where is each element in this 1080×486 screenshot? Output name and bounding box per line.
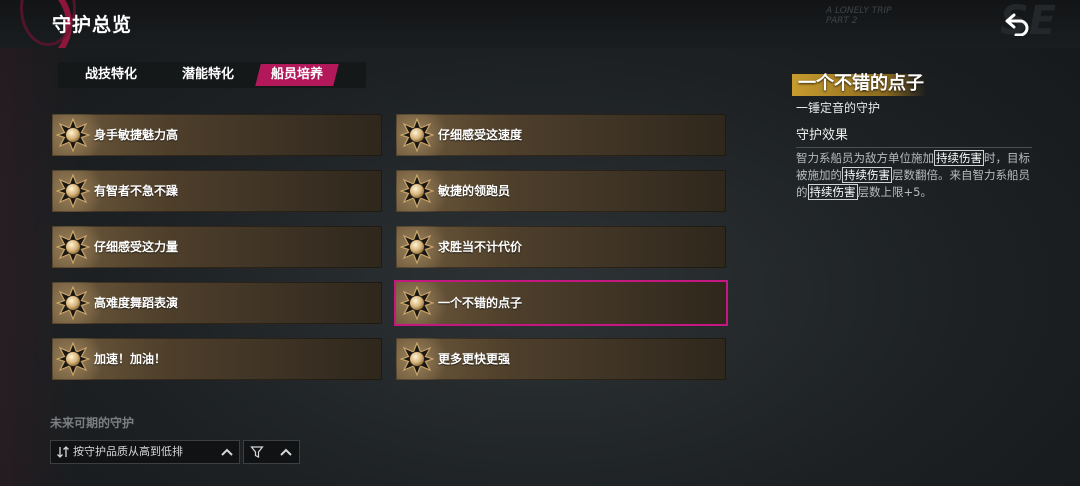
tab-potential-specialization[interactable]: 潜能特化 — [162, 62, 254, 88]
back-button[interactable] — [1000, 8, 1036, 40]
chevron-up-icon — [221, 448, 233, 456]
guard-card-label: 身手敏捷魅力高 — [94, 128, 179, 142]
detail-subtitle: 一锤定音的守护 — [796, 101, 881, 115]
guard-card[interactable]: 身手敏捷魅力高 — [52, 114, 382, 156]
star-medal-icon — [56, 118, 90, 152]
star-medal-icon — [400, 118, 434, 152]
guard-card-label: 更多更快更强 — [438, 352, 511, 366]
tab-bar: 战技特化 潜能特化 船员培养 — [58, 62, 366, 88]
star-medal-icon — [400, 286, 434, 320]
effect-heading: 守护效果 — [796, 124, 1032, 148]
star-medal-icon — [56, 286, 90, 320]
page-title: 守护总览 — [52, 14, 133, 36]
star-medal-icon — [400, 174, 434, 208]
chevron-up-icon — [280, 448, 292, 456]
detail-title: 一个不错的点子 — [792, 72, 928, 96]
guard-card[interactable]: 高难度舞蹈表演 — [52, 282, 382, 324]
filter-button[interactable] — [243, 440, 300, 464]
star-medal-icon — [56, 174, 90, 208]
guard-card-label: 有智者不急不躁 — [94, 184, 179, 198]
star-medal-icon — [56, 230, 90, 264]
decorative-caption: A LONELY TRIP PART 2 — [826, 6, 892, 26]
top-bar: 守护总览 A LONELY TRIP PART 2 SE — [0, 0, 1080, 48]
sort-label: 按守护品质从高到低排 — [73, 445, 183, 458]
guard-card-label: 仔细感受这力量 — [94, 240, 179, 254]
keyword-tag[interactable]: 持续伤害 — [807, 184, 858, 200]
sort-dropdown[interactable]: 按守护品质从高到低排 — [50, 440, 240, 464]
guard-card[interactable]: 敏捷的领跑员 — [396, 170, 726, 212]
tab-crew-training[interactable]: 船员培养 — [258, 62, 336, 88]
keyword-tag[interactable]: 持续伤害 — [934, 150, 984, 166]
guard-card[interactable]: 有智者不急不躁 — [52, 170, 382, 212]
guard-card-label: 加速！加油！ — [94, 352, 167, 366]
star-medal-icon — [400, 230, 434, 264]
effect-description: 智力系船员为敌方单位施加 持续伤害 时，目标被施加的 持续伤害 层数翻倍。来自智力系船员… — [796, 150, 1030, 200]
back-arrow-icon — [1005, 13, 1029, 36]
star-medal-icon — [400, 342, 434, 376]
guard-card[interactable]: 仔细感受这速度 — [396, 114, 726, 156]
guard-card[interactable]: 更多更快更强 — [396, 338, 726, 380]
guard-card-label: 敏捷的领跑员 — [438, 184, 511, 198]
guard-card-label: 高难度舞蹈表演 — [94, 296, 179, 310]
guard-card-label: 一个不错的点子 — [438, 296, 523, 310]
guard-card[interactable]: 加速！加油！ — [52, 338, 382, 380]
star-medal-icon — [56, 342, 90, 376]
guard-card-label: 仔细感受这速度 — [438, 128, 523, 142]
keyword-tag[interactable]: 持续伤害 — [842, 167, 892, 183]
sort-icon — [57, 446, 69, 458]
guard-card-selected[interactable]: 一个不错的点子 — [396, 282, 726, 324]
guard-card[interactable]: 求胜当不计代价 — [396, 226, 726, 268]
guard-card-label: 求胜当不计代价 — [438, 240, 523, 254]
coming-soon-label: 未来可期的守护 — [50, 416, 135, 430]
filter-funnel-icon — [250, 446, 264, 458]
tab-combat-specialization[interactable]: 战技特化 — [70, 62, 152, 88]
guard-card[interactable]: 仔细感受这力量 — [52, 226, 382, 268]
